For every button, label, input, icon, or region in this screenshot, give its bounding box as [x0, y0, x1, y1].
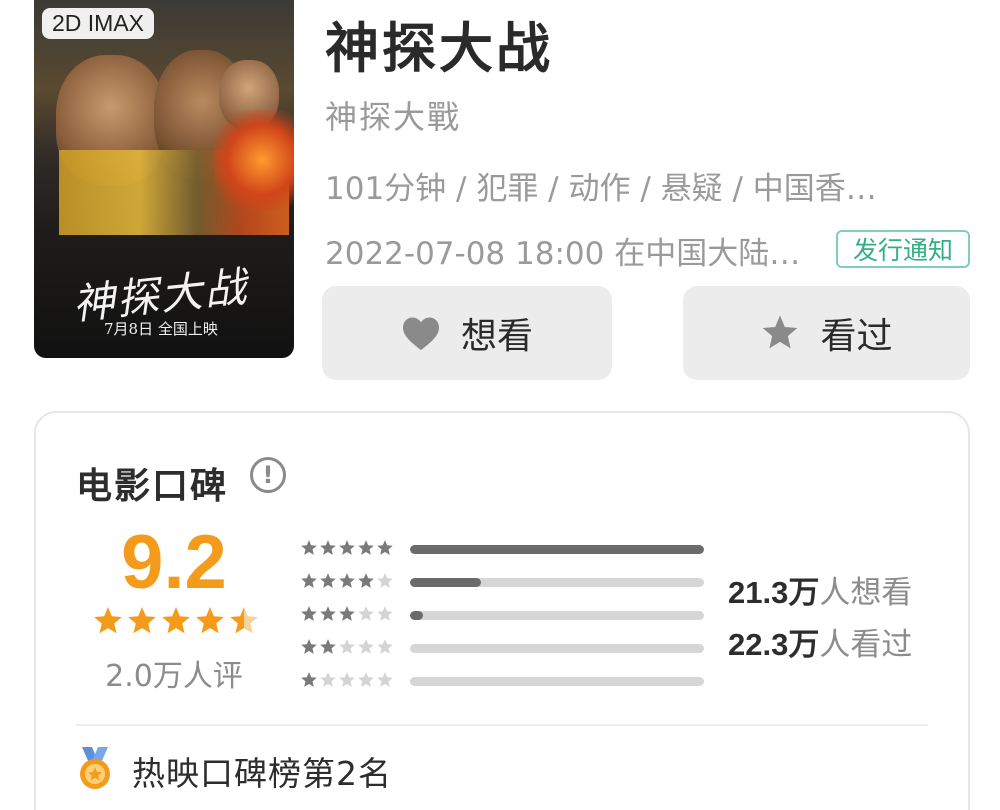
distribution-star-icon: [338, 671, 356, 693]
want-to-see-button[interactable]: 想看: [322, 286, 612, 380]
rating-score: 9.2: [121, 520, 227, 605]
reputation-card: 电影口碑 ! 9.2 2.0万人评 21.3万人想看 22.3万人看过 热映口碑…: [34, 411, 970, 810]
score-stars: [92, 605, 260, 641]
want-count-label: 人想看: [819, 575, 913, 611]
movie-meta: 101分钟 / 犯罪 / 动作 / 悬疑 / 中国香…: [325, 171, 877, 207]
distribution-row: [300, 573, 720, 593]
distribution-star-icon: [338, 572, 356, 594]
distribution-star-icon: [376, 539, 394, 561]
distribution-star-icon: [376, 671, 394, 693]
distribution-bar: [410, 545, 704, 554]
distribution-stars: [300, 671, 400, 693]
distribution-star-icon: [319, 539, 337, 561]
want-unit: 万: [788, 575, 820, 611]
seen-count-label: 人看过: [819, 627, 913, 663]
poster-release-line: 7月8日 全国上映: [104, 320, 218, 338]
medal-icon: [76, 747, 114, 795]
movie-title: 神探大战: [325, 17, 553, 80]
distribution-star-icon: [376, 572, 394, 594]
have-seen-button[interactable]: 看过: [683, 286, 970, 380]
score-star-icon: [92, 605, 124, 641]
reputation-title: 电影口碑: [76, 466, 229, 507]
format-tag: 2D IMAX: [42, 8, 155, 39]
rank-text: 热映口碑榜第2名: [132, 754, 392, 793]
distribution-bar-fill: [410, 578, 481, 587]
poster-fire: [214, 110, 294, 210]
rank-row[interactable]: 热映口碑榜第2名: [76, 747, 392, 795]
distribution-row: [300, 540, 720, 560]
distribution-star-icon: [338, 638, 356, 660]
distribution-row: [300, 639, 720, 659]
movie-original-title: 神探大戰: [325, 98, 462, 136]
divider: [76, 724, 928, 726]
distribution-star-icon: [319, 605, 337, 627]
distribution-stars: [300, 605, 400, 627]
score-star-icon: [228, 605, 260, 641]
distribution-bar: [410, 677, 704, 686]
distribution-row: [300, 672, 720, 692]
distribution-stars: [300, 572, 400, 594]
movie-poster[interactable]: 2D IMAX 神探大战 7月8日 全国上映: [34, 0, 294, 358]
rating-count: 2.0万人评: [105, 659, 243, 694]
distribution-star-icon: [300, 572, 318, 594]
distribution-star-icon: [357, 638, 375, 660]
distribution-row: [300, 606, 720, 626]
distribution-star-icon: [300, 539, 318, 561]
movie-release[interactable]: 2022-07-08 18:00 在中国大陆…: [325, 228, 800, 273]
distribution-star-icon: [300, 605, 318, 627]
distribution-star-icon: [357, 539, 375, 561]
star-icon: [760, 313, 800, 353]
score-star-icon: [160, 605, 192, 641]
distribution-bar: [410, 644, 704, 653]
distribution-stars: [300, 539, 400, 561]
distribution-bar-fill: [410, 611, 424, 620]
distribution-stars: [300, 638, 400, 660]
distribution-star-icon: [338, 605, 356, 627]
distribution-bar-fill: [410, 545, 704, 554]
info-icon[interactable]: !: [250, 457, 286, 493]
distribution-star-icon: [357, 671, 375, 693]
seen-number: 22.3: [728, 627, 789, 662]
distribution-bar: [410, 578, 704, 587]
want-number: 21.3: [728, 575, 789, 610]
distribution-star-icon: [300, 638, 318, 660]
score-star-icon: [194, 605, 226, 641]
distribution-star-icon: [376, 605, 394, 627]
seen-unit: 万: [788, 627, 820, 663]
distribution-star-icon: [319, 572, 337, 594]
release-notice-badge[interactable]: 发行通知: [836, 230, 970, 268]
distribution-star-icon: [338, 539, 356, 561]
distribution-star-icon: [376, 638, 394, 660]
want-to-see-label: 想看: [460, 316, 533, 357]
distribution-bar: [410, 611, 704, 620]
distribution-star-icon: [357, 572, 375, 594]
distribution-star-icon: [319, 638, 337, 660]
distribution-star-icon: [300, 671, 318, 693]
seen-count: 22.3万人看过: [728, 619, 912, 664]
distribution-star-icon: [357, 605, 375, 627]
have-seen-label: 看过: [820, 316, 893, 357]
score-star-icon: [126, 605, 158, 641]
heart-icon: [401, 315, 441, 351]
distribution-star-icon: [319, 671, 337, 693]
want-count: 21.3万人想看: [728, 567, 912, 612]
